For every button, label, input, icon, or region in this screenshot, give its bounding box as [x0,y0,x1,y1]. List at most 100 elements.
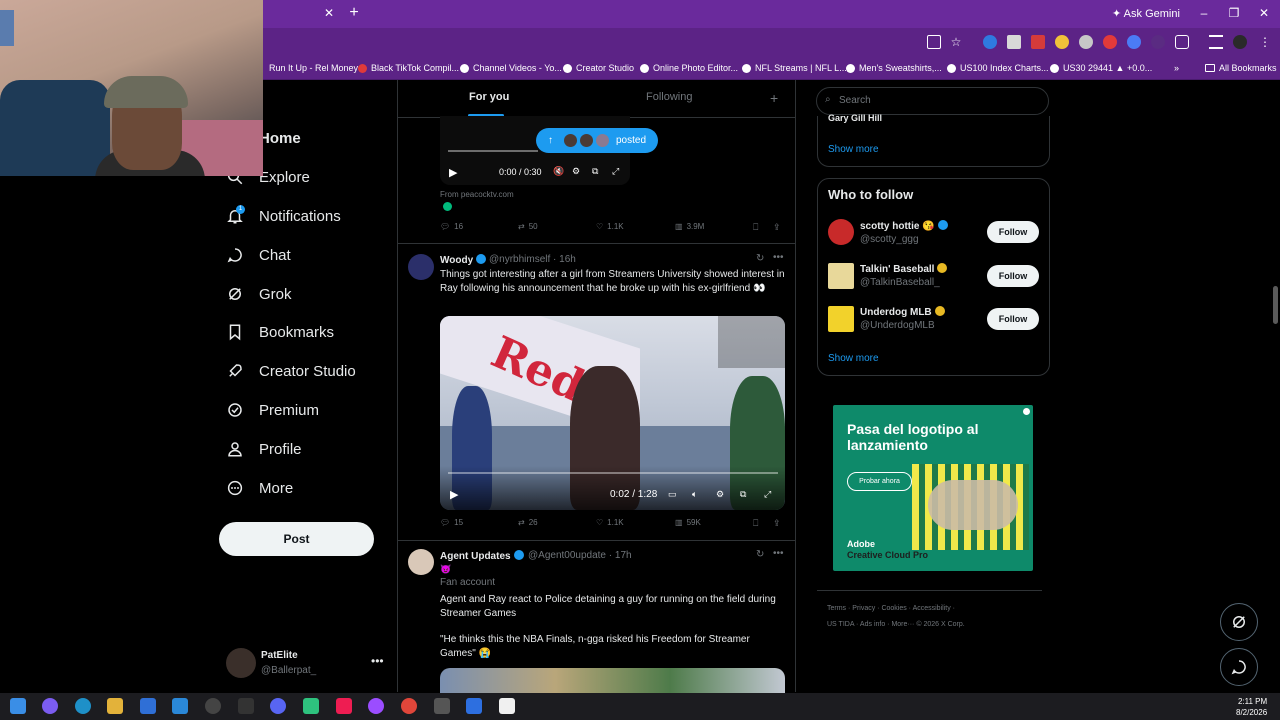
tab-for-you[interactable]: For you [469,91,509,103]
extension-icon[interactable] [1103,35,1117,49]
bookmark-item[interactable]: Run It Up - Rel Money [269,61,358,75]
suggestion-name[interactable]: Talkin' Baseball [860,263,950,275]
author-handle[interactable]: @Agent00update [528,550,606,561]
app-icon[interactable] [466,698,482,714]
nav-chat[interactable]: Chat [226,242,291,268]
extension-icon[interactable] [1055,35,1069,49]
bookmark-tweet-icon[interactable]: ⎕ [753,518,758,529]
tweet-author-name[interactable]: Woody [440,254,489,266]
outlook-icon[interactable] [172,698,188,714]
ad-cta-button[interactable]: Probar ahora [847,472,912,491]
volume-icon[interactable]: 🔈︎ [692,489,697,500]
video-seek-bar[interactable] [448,472,778,474]
tweet-time[interactable]: 17h [615,550,632,561]
nav-grok[interactable]: Grok [226,281,292,307]
show-more-suggestions[interactable]: Show more [828,353,879,364]
tab-following[interactable]: Following [646,91,692,103]
tweet-video[interactable]: Red [440,316,785,510]
follow-button[interactable]: Follow [987,308,1039,330]
extension-icon[interactable] [983,35,997,49]
tab-close-icon[interactable]: ✕ [322,6,336,20]
bookmark-item[interactable]: US30 29441 ▲ +0.0... [1050,61,1152,75]
messages-fab[interactable] [1220,648,1258,686]
avatar[interactable] [828,219,854,245]
puzzle-icon[interactable] [1175,35,1189,49]
app-icon[interactable] [303,698,319,714]
restore-icon[interactable]: ❐ [1227,6,1241,20]
play-icon[interactable]: ▶ [450,488,458,501]
ask-gemini-button[interactable]: ✦ Ask Gemini [1106,5,1186,23]
copilot-icon[interactable] [42,698,58,714]
like-button[interactable]: ♡ 1.1K [596,518,624,527]
add-tab-icon[interactable]: + [770,90,778,106]
tweet-author-name[interactable]: Agent Updates [440,550,527,562]
captions-icon[interactable]: ▭ [668,489,677,500]
minimize-icon[interactable]: – [1197,6,1211,20]
taskbar-clock[interactable]: 2:11 PM 8/2/2026 [1236,696,1267,718]
settings-icon[interactable]: ⚙ [716,489,724,500]
bookmark-item[interactable]: Black TikTok Compil... [358,61,459,75]
source-domain[interactable]: From peacocktv.com [440,190,514,199]
extension-icon[interactable] [1007,35,1021,49]
like-button[interactable]: ♡ 1.1K [596,222,624,231]
more-horizontal-icon[interactable]: ••• [371,654,384,668]
avatar[interactable] [408,254,434,280]
grok-analyze-icon[interactable]: ↻ [756,253,764,264]
extension-icon[interactable] [1151,35,1165,49]
suggestion-name[interactable]: scotty hottie 😘 [860,220,951,232]
reply-button[interactable]: 💬︎ 15 [440,518,463,527]
nav-more[interactable]: More [226,475,293,501]
grok-fab[interactable] [1220,603,1258,641]
new-posts-pill[interactable]: ↑ posted [536,128,658,153]
nav-premium[interactable]: Premium [226,397,319,423]
install-icon[interactable] [927,35,941,49]
nav-creator-studio[interactable]: Creator Studio [226,358,356,384]
ad-info-icon[interactable] [1023,408,1030,415]
media-control-icon[interactable] [1209,35,1223,49]
star-icon[interactable]: ☆ [949,35,963,49]
new-tab-icon[interactable]: + [346,5,362,21]
menu-icon[interactable]: ⋮ [1258,35,1272,49]
app-icon[interactable] [499,698,515,714]
edge-icon[interactable] [75,698,91,714]
file-explorer-icon[interactable] [107,698,123,714]
tweet-more-icon[interactable]: ••• [773,252,784,263]
bookmark-item[interactable]: NFL Streams | NFL L... [742,61,847,75]
bookmark-item[interactable]: US100 Index Charts... [947,61,1049,75]
extension-icon[interactable] [1127,35,1141,49]
avatar[interactable] [828,263,854,289]
fullscreen-icon[interactable]: ⤢ [764,489,771,500]
account-switcher[interactable]: PatElite @Ballerpat_ ••• [226,646,386,682]
nav-bookmarks[interactable]: Bookmarks [226,319,334,345]
trend-item[interactable]: Gary Gill Hill [828,113,882,123]
discord-icon[interactable] [270,698,286,714]
footer-links[interactable]: US TIDA · Ads info · More··· © 2026 X Co… [827,621,965,628]
pip-icon[interactable]: ⧉ [740,489,746,500]
follow-button[interactable]: Follow [987,221,1039,243]
all-bookmarks-button[interactable]: All Bookmarks [1205,61,1277,75]
suggestion-name[interactable]: Underdog MLB [860,306,948,318]
bookmark-item[interactable]: Creator Studio [563,61,634,75]
settings-icon[interactable]: ⚙ [572,166,580,177]
repost-button[interactable]: ⇄ 26 [518,518,538,527]
adobe-ad[interactable]: Pasa del logotipo al lanzamiento Probar … [833,405,1033,571]
search-input[interactable]: ⌕ Search [816,87,1049,115]
steam-icon[interactable] [205,698,221,714]
post-button[interactable]: Post [219,522,374,556]
avatar[interactable] [828,306,854,332]
share-icon[interactable]: ⇪ [773,222,781,233]
profile-avatar[interactable] [1233,35,1247,49]
footer-links[interactable]: Terms · Privacy · Cookies · Accessibilit… [827,605,955,612]
follow-button[interactable]: Follow [987,265,1039,287]
chrome-icon[interactable] [401,698,417,714]
bookmark-tweet-icon[interactable]: ⎕ [753,222,758,233]
bookmark-item[interactable]: Men's Sweatshirts,... [846,61,942,75]
bookmarks-overflow-icon[interactable]: » [1174,61,1179,75]
share-icon[interactable]: ⇪ [773,518,781,529]
show-more-trends[interactable]: Show more [828,144,879,155]
nav-profile[interactable]: Profile [226,436,302,462]
tweet-time[interactable]: 16h [559,254,576,265]
pip-icon[interactable]: ⧉ [592,166,598,177]
tweet-video-thumbnail[interactable] [440,668,785,693]
grok-analyze-icon[interactable]: ↻ [756,549,764,560]
